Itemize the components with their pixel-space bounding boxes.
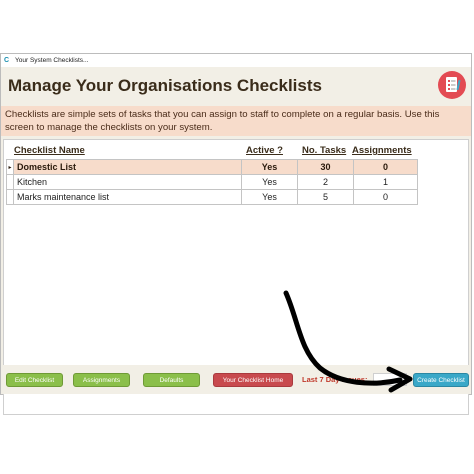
cell-assignments[interactable]: 0 (353, 159, 418, 175)
record-selector[interactable] (6, 189, 14, 205)
issues-count-field (373, 373, 407, 386)
column-header-tasks[interactable]: No. Tasks (302, 145, 346, 156)
record-selector[interactable]: ▸ (6, 159, 14, 175)
screenshot-frame: C Your System Checklists... Manage Your … (0, 0, 474, 474)
column-header-active[interactable]: Active ? (246, 145, 283, 156)
cell-tasks[interactable]: 30 (297, 159, 354, 175)
table-row[interactable]: Kitchen Yes 2 1 (6, 174, 418, 190)
app-window: C Your System Checklists... Manage Your … (0, 53, 472, 415)
window-title: Your System Checklists... (15, 57, 89, 64)
record-selector[interactable] (6, 174, 14, 190)
page-header: Manage Your Organisations Checklists (1, 67, 471, 103)
page-title: Manage Your Organisations Checklists (8, 76, 322, 95)
column-header-assignments[interactable]: Assignments (352, 145, 412, 156)
assignments-button[interactable]: Assignments (73, 373, 130, 387)
window-titlebar: C Your System Checklists... (1, 54, 471, 68)
cell-checklist-name[interactable]: Marks maintenance list (13, 189, 242, 205)
screen-description: Checklists are simple sets of tasks that… (1, 106, 471, 136)
checklist-icon (438, 71, 466, 99)
cell-active[interactable]: Yes (241, 189, 298, 205)
issues-label: Last 7 Day Issues: (302, 375, 368, 384)
create-checklist-button[interactable]: Create Checklist (413, 373, 469, 387)
checklist-home-button[interactable]: Your Checklist Home (213, 373, 293, 387)
table-row[interactable]: Marks maintenance list Yes 5 0 (6, 189, 418, 205)
footer-toolbar: Edit Checklist Assignments Defaults Your… (1, 365, 471, 394)
defaults-button[interactable]: Defaults (143, 373, 200, 387)
cell-checklist-name[interactable]: Domestic List (13, 159, 242, 175)
table-row[interactable]: ▸ Domestic List Yes 30 0 (6, 159, 418, 175)
cell-tasks[interactable]: 5 (297, 189, 354, 205)
cell-assignments[interactable]: 0 (353, 189, 418, 205)
cell-checklist-name[interactable]: Kitchen (13, 174, 242, 190)
column-header-name[interactable]: Checklist Name (14, 145, 85, 156)
cell-active[interactable]: Yes (241, 174, 298, 190)
cell-assignments[interactable]: 1 (353, 174, 418, 190)
cell-active[interactable]: Yes (241, 159, 298, 175)
cell-tasks[interactable]: 2 (297, 174, 354, 190)
app-icon: C (4, 57, 10, 64)
checklist-table: ▸ Domestic List Yes 30 0 Kitchen Yes 2 1… (6, 159, 418, 205)
edit-checklist-button[interactable]: Edit Checklist (6, 373, 63, 387)
